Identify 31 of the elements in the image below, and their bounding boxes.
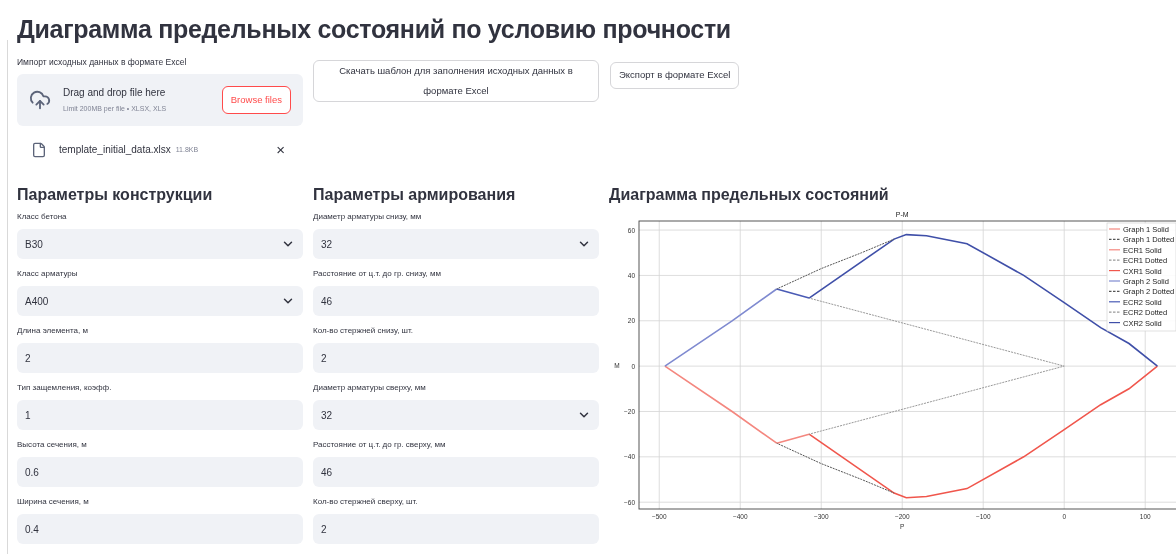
field-label: Диаметр арматуры снизу, мм xyxy=(313,212,423,222)
field-value: 2 xyxy=(321,351,327,366)
field-label: Высота сечения, м xyxy=(17,440,88,450)
section-heading: Диаграмма предельных состояний xyxy=(609,185,890,205)
field-label: Диаметр арматуры сверху, мм xyxy=(313,383,427,393)
field-label: Расстояние от ц.т. до гр. снизу, мм xyxy=(313,269,442,279)
field-value: 32 xyxy=(321,237,333,252)
field-label: Ширина сечения, м xyxy=(17,497,90,507)
field-label: Расстояние от ц.т. до гр. сверху, мм xyxy=(313,440,447,450)
page-title: Диаграмма предельных состояний по условию прочности xyxy=(17,14,732,45)
field-value: 0.6 xyxy=(25,465,39,480)
section-heading: Параметры конструкции xyxy=(17,185,214,205)
field-value: 1 xyxy=(25,408,31,423)
file-name: template_initial_data.xlsx xyxy=(59,143,171,158)
field-value: 32 xyxy=(321,408,333,423)
field-value: 46 xyxy=(321,465,333,480)
field-label: Кол-во стержней сверху, шт. xyxy=(313,497,419,507)
field-value: 46 xyxy=(321,294,333,309)
field-value: B30 xyxy=(25,237,43,252)
field-value: 0.4 xyxy=(25,522,39,537)
section-heading: Параметры армирования xyxy=(313,185,517,205)
field-label: Класс арматуры xyxy=(17,269,79,279)
field-label: Длина элемента, м xyxy=(17,326,89,336)
drop-text: Drag and drop file here xyxy=(63,86,167,100)
field-value: A400 xyxy=(25,294,49,309)
field-label: Кол-во стержней снизу, шт. xyxy=(313,326,414,336)
field-value: 2 xyxy=(321,522,327,537)
field-value: 2 xyxy=(25,351,31,366)
upload-label: Импорт исходных данных в формате Excel xyxy=(17,56,188,69)
field-label: Тип защемления, коэфф. xyxy=(17,383,113,393)
field-label: Класс бетона xyxy=(17,212,68,222)
